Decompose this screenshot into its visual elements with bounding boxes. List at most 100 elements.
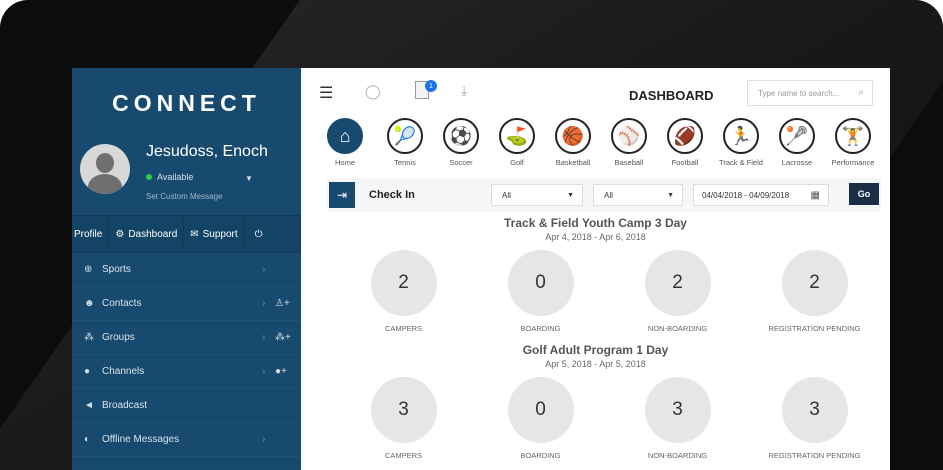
stat-value: 2 (370, 250, 437, 316)
chat-icon[interactable]: ◯ (365, 83, 381, 100)
camp-section: Golf Adult Program 1 Day Apr 5, 2018 - A… (301, 343, 890, 369)
custom-message-link[interactable]: Set Custom Message (146, 192, 222, 201)
sport-tennis[interactable]: 🎾 Tennis (377, 118, 433, 178)
sport-label: Soccer (449, 158, 473, 167)
stat-label: NON-BOARDING (647, 324, 708, 333)
status-dot-icon (146, 174, 152, 180)
tab-dashboard[interactable]: ⚙ Dashboard (109, 216, 185, 252)
sport-soccer[interactable]: ⚽ Soccer (433, 118, 489, 178)
sport-label: Baseball (614, 158, 644, 167)
lacrosse-icon: 🥍 (779, 118, 815, 154)
sport-home[interactable]: ⌂ Home (325, 118, 365, 178)
sidebar-item-offline-messages[interactable]: ◐ Offline Messages › (72, 423, 301, 457)
download-icon[interactable]: ⤓ (461, 82, 467, 99)
search-placeholder: Type name to search... (758, 88, 840, 98)
sport-golf[interactable]: ⛳ Golf (489, 118, 545, 178)
sidebar-item-groups[interactable]: ⁂ Groups › ⁂+ (72, 321, 301, 355)
sidebar-item-sports[interactable]: ⊕ Sports › (72, 253, 301, 287)
status-selector[interactable]: Available (146, 172, 193, 182)
tab-profile-label: Profile (74, 228, 103, 240)
sport-performance[interactable]: 🏋 Performance (825, 118, 881, 178)
stat-registration-pending[interactable]: 3 REGISTRATION PENDING (746, 377, 883, 460)
power-icon: ⏻ (254, 228, 263, 240)
stat-value: 0 (507, 250, 574, 316)
basketball-icon: 🏀 (555, 118, 591, 154)
stat-non-boarding[interactable]: 2 NON-BOARDING (609, 250, 746, 333)
tab-support-label: Support (202, 228, 238, 240)
stat-registration-pending[interactable]: 2 REGISTRATION PENDING (746, 250, 883, 333)
stat-label: NON-BOARDING (647, 451, 708, 460)
date-range-picker[interactable]: 04/04/2018 - 04/09/2018 ▦ (693, 184, 829, 206)
search-input[interactable]: Type name to search... ⌕ (747, 80, 873, 106)
search-icon[interactable]: ⌕ (858, 87, 864, 98)
avatar-body (88, 174, 122, 194)
stat-value: 0 (507, 377, 574, 443)
camp-title[interactable]: Track & Field Youth Camp 3 Day (301, 216, 890, 230)
sport-lacrosse[interactable]: 🥍 Lacrosse (769, 118, 825, 178)
tab-profile[interactable]: Profile (72, 216, 110, 252)
sport-label: Track & Field (719, 158, 763, 167)
sport-basketball[interactable]: 🏀 Basketball (545, 118, 601, 178)
sidebar-item-label: Groups (102, 332, 135, 343)
tab-support[interactable]: ✉ Support (184, 216, 245, 252)
filter-select-2[interactable]: All ▼ (593, 184, 683, 206)
sport-label: Lacrosse (781, 158, 813, 167)
stat-boarding[interactable]: 0 BOARDING (472, 250, 609, 333)
sport-label: Tennis (394, 158, 416, 167)
sidebar-item-label: Broadcast (102, 400, 148, 411)
home-icon: ⌂ (327, 118, 363, 154)
chevron-down-icon: ▼ (667, 191, 674, 199)
stat-campers[interactable]: 2 CAMPERS (335, 250, 472, 333)
sidebar-menu: ⊕ Sports › ☻ Contacts › ♙+ ⁂ Groups › ⁂+ (72, 253, 301, 457)
add-contact-icon[interactable]: ♙+ (275, 298, 290, 309)
sidebar-item-label: Contacts (102, 298, 142, 309)
stat-label: BOARDING (520, 451, 561, 460)
sidebar-item-contacts[interactable]: ☻ Contacts › ♙+ (72, 287, 301, 321)
stat-value: 2 (781, 250, 848, 316)
calendar-icon[interactable]: ▦ (811, 190, 820, 201)
camp-dates: Apr 5, 2018 - Apr 5, 2018 (545, 359, 646, 369)
power-button[interactable]: ⏻ (245, 216, 273, 252)
sports-bar: ⌂ Home 🎾 Tennis ⚽ Soccer ⛳ Golf 🏀 Basket… (301, 118, 890, 178)
performance-icon: 🏋 (835, 118, 871, 154)
avatar[interactable] (80, 144, 130, 194)
checkin-icon[interactable]: ⇥ (329, 182, 355, 208)
app-screen: CONNECT Jesudoss, Enoch Available ▼ Set … (72, 68, 890, 470)
sport-label: Home (334, 158, 355, 167)
globe-icon: ⊕ (84, 264, 93, 275)
stat-campers[interactable]: 3 CAMPERS (335, 377, 472, 460)
sport-label: Football (671, 158, 699, 167)
stat-non-boarding[interactable]: 3 NON-BOARDING (609, 377, 746, 460)
checkin-toolbar: ⇥ Check In All ▼ All ▼ 04/04/2018 - 04/0… (327, 178, 881, 212)
camp-dates: Apr 4, 2018 - Apr 6, 2018 (545, 232, 646, 242)
hamburger-menu-icon[interactable]: ☰ (319, 83, 333, 103)
sidebar-item-label: Channels (102, 366, 145, 377)
football-icon: 🏈 (667, 118, 703, 154)
sidebar-item-broadcast[interactable]: ◄ Broadcast (72, 389, 301, 423)
stat-label: CAMPERS (384, 324, 423, 333)
stat-label: BOARDING (520, 324, 561, 333)
profile-card: Jesudoss, Enoch Available ▼ Set Custom M… (72, 130, 301, 215)
main-content: ☰ ◯ 1 ⤓ DASHBOARD Type name to search...… (301, 68, 890, 470)
camp-title[interactable]: Golf Adult Program 1 Day (301, 343, 890, 357)
add-group-icon[interactable]: ⁂+ (275, 332, 291, 343)
notification-badge: 1 (425, 80, 437, 92)
sidebar: CONNECT Jesudoss, Enoch Available ▼ Set … (72, 68, 301, 470)
chevron-down-icon[interactable]: ▼ (245, 174, 253, 183)
filter-select-1[interactable]: All ▼ (491, 184, 583, 206)
brand-logo: CONNECT (112, 89, 261, 116)
sport-baseball[interactable]: ⚾ Baseball (601, 118, 657, 178)
golf-icon: ⛳ (499, 118, 535, 154)
sport-football[interactable]: 🏈 Football (657, 118, 713, 178)
camp-stats: 2 CAMPERS 0 BOARDING 2 NON-BOARDING 2 RE… (335, 250, 890, 333)
stat-value: 3 (781, 377, 848, 443)
sport-track-field[interactable]: 🏃 Track & Field (713, 118, 769, 178)
stat-boarding[interactable]: 0 BOARDING (472, 377, 609, 460)
go-button[interactable]: Go (849, 183, 879, 205)
filter-select-2-value: All (604, 190, 613, 200)
stat-label: CAMPERS (384, 451, 423, 460)
sidebar-item-channels[interactable]: ● Channels › ●+ (72, 355, 301, 389)
sidebar-tabs: Profile ⚙ Dashboard ✉ Support ⏻ (72, 215, 301, 253)
tennis-icon: 🎾 (387, 118, 423, 154)
add-channel-icon[interactable]: ●+ (275, 366, 287, 377)
